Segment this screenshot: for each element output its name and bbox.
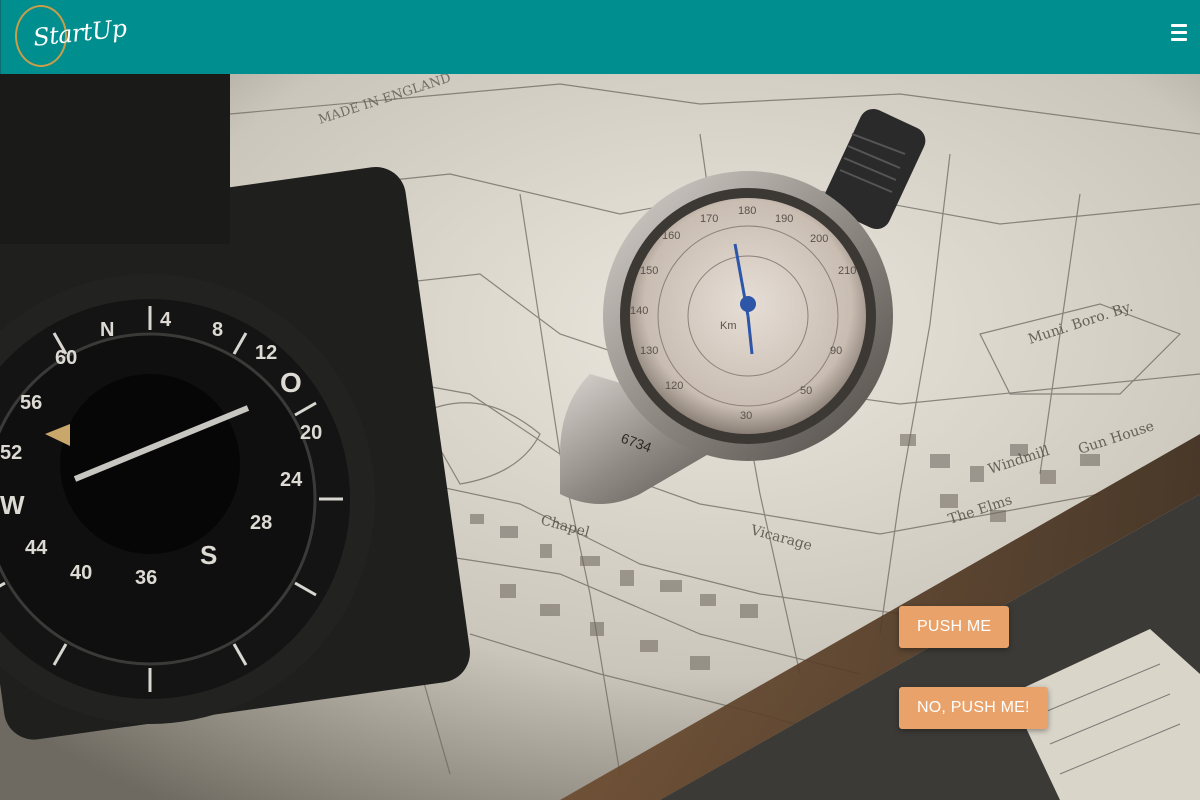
hamburger-menu-icon[interactable] [1171,24,1187,42]
svg-text:90: 90 [830,345,842,357]
top-navbar: StartUp [0,0,1200,74]
svg-text:W: W [0,490,25,520]
svg-text:S: S [200,540,217,570]
svg-text:150: 150 [640,265,658,277]
svg-text:30: 30 [740,410,752,422]
svg-text:40: 40 [70,562,92,584]
svg-text:130: 130 [640,345,658,357]
svg-text:200: 200 [810,233,828,245]
svg-text:60: 60 [55,347,77,369]
svg-text:120: 120 [665,380,683,392]
svg-text:52: 52 [0,442,22,464]
svg-text:4: 4 [160,309,172,331]
svg-text:N: N [100,319,114,341]
svg-text:20: 20 [300,422,322,444]
svg-text:140: 140 [630,305,648,317]
svg-text:190: 190 [775,213,793,225]
svg-text:180: 180 [738,205,756,217]
svg-text:24: 24 [280,469,303,491]
svg-text:50: 50 [800,385,812,397]
svg-text:160: 160 [662,230,680,242]
push-me-button[interactable]: PUSH ME [899,606,1010,648]
svg-text:O: O [280,367,302,398]
svg-text:56: 56 [20,392,42,414]
svg-text:8: 8 [212,319,223,341]
svg-text:36: 36 [135,567,157,589]
svg-text:44: 44 [25,537,48,559]
svg-text:Km: Km [720,320,737,332]
svg-text:170: 170 [700,213,718,225]
svg-text:12: 12 [255,342,277,364]
page: StartUp N 4 8 12 O 20 24 28 S 36 40 44 W… [0,0,1200,800]
startup-logo[interactable]: StartUp [13,3,133,69]
svg-text:210: 210 [838,265,856,277]
no-push-me-button[interactable]: NO, PUSH ME! [899,687,1048,729]
svg-text:28: 28 [250,512,272,534]
